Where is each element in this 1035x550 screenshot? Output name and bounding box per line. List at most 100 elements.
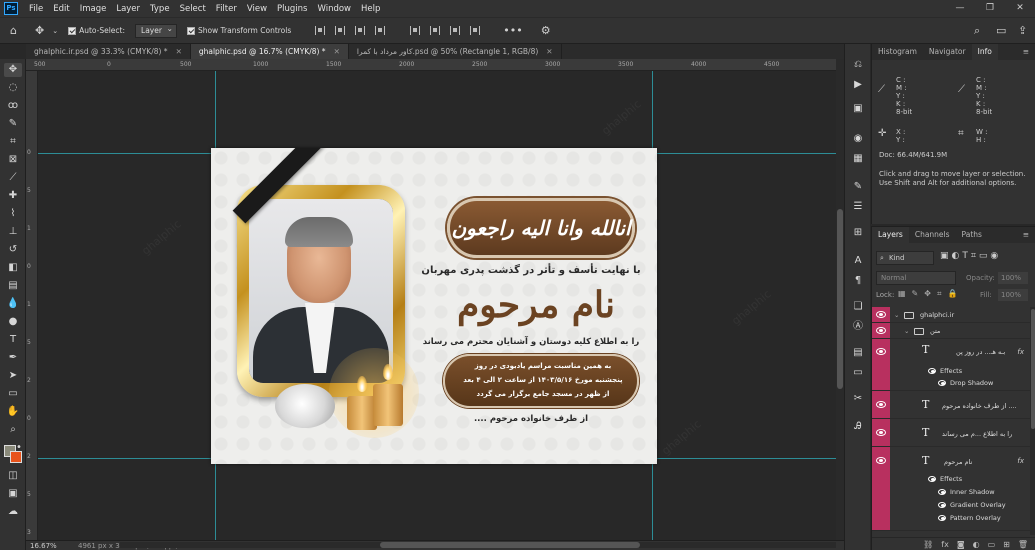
document-artboard[interactable]: انالله وانا الیه راجعون با نهایت تأسف و … <box>211 148 657 464</box>
libraries-panel-icon[interactable]: ▤ <box>850 346 866 360</box>
scroll-thumb[interactable] <box>380 542 640 548</box>
dodge-tool-icon[interactable]: ● <box>4 315 22 329</box>
eye-icon[interactable] <box>928 476 936 482</box>
zoom-tool-icon[interactable]: ⌕ <box>4 423 22 437</box>
auto-select-checkbox[interactable]: Auto-Select: <box>68 26 125 35</box>
tab-navigator[interactable]: Navigator <box>923 44 972 60</box>
type-tool-icon[interactable]: T <box>4 333 22 347</box>
chevron-down-icon[interactable]: ⌄ <box>52 27 58 35</box>
menu-type[interactable]: Type <box>145 4 175 14</box>
fx-icon[interactable]: fx <box>1017 348 1024 356</box>
menu-view[interactable]: View <box>242 4 272 14</box>
checkbox-checked-icon[interactable] <box>68 26 77 35</box>
crop-tool-icon[interactable]: ⌗ <box>4 135 22 149</box>
menu-file[interactable]: File <box>24 4 48 14</box>
zoom-level[interactable]: 16.67% <box>30 542 57 550</box>
home-icon[interactable]: ⌂ <box>10 24 17 37</box>
history-panel-icon[interactable]: ⎌ <box>850 58 866 72</box>
canvas-area[interactable]: ghalphic ghalphic ghalphic ghalphic انال… <box>38 71 836 540</box>
actions-play-icon[interactable]: ▶ <box>850 78 866 92</box>
vertical-scrollbar[interactable] <box>836 59 844 540</box>
menu-edit[interactable]: Edit <box>48 4 74 14</box>
menu-filter[interactable]: Filter <box>211 4 242 14</box>
lock-icons[interactable]: ▦✎✥⌗🔒 <box>898 289 963 299</box>
close-icon[interactable]: ✕ <box>334 47 340 56</box>
eye-icon[interactable] <box>938 380 946 386</box>
healing-brush-icon[interactable]: ✚ <box>4 189 22 203</box>
move-tool-icon[interactable]: ✥ <box>35 24 44 37</box>
marquee-tool-icon[interactable]: ◌ <box>4 81 22 95</box>
layer-name[interactable]: از طرف خانواده مرحوم .... <box>942 402 1017 410</box>
layer-name[interactable]: را به اطلاع ...م می رساند <box>942 430 1012 438</box>
move-tool-icon[interactable]: ✥ <box>4 63 22 77</box>
history-brush-icon[interactable]: ↺ <box>4 243 22 257</box>
fx-icon[interactable]: fx <box>1017 457 1024 465</box>
blend-mode-select[interactable]: Normal <box>876 271 956 285</box>
tab-paths[interactable]: Paths <box>956 227 988 243</box>
effect-pattern-overlay[interactable]: Pattern Overlay <box>950 514 1001 522</box>
tab-channels[interactable]: Channels <box>909 227 956 243</box>
panel-menu-icon[interactable]: ≡ <box>1017 44 1035 60</box>
layer-row[interactable]: T نام مرحوم fx Effects Inner Shadow Grad… <box>872 447 1030 531</box>
distribute-top-icon[interactable] <box>470 26 481 35</box>
adjustments-panel-icon[interactable]: ☰ <box>850 200 866 214</box>
auto-select-target-select[interactable]: Layer <box>135 23 177 38</box>
layer-name[interactable]: ghalphci.ir <box>920 311 954 319</box>
distribute-left-icon[interactable] <box>410 26 421 35</box>
path-select-icon[interactable]: ➤ <box>4 369 22 383</box>
layer-row[interactable]: T را به اطلاع ...م می رساند <box>872 419 1030 447</box>
align-right-icon[interactable] <box>355 26 366 35</box>
chevron-down-icon[interactable]: ⌄ <box>894 311 899 319</box>
tab-ghalphic[interactable]: ghalphic.psd @ 16.7% (CMYK/8) * ✕ <box>190 44 349 59</box>
layer-group-root[interactable]: ⌄ ghalphci.ir <box>872 307 1030 323</box>
eraser-tool-icon[interactable]: ◧ <box>4 261 22 275</box>
kind-filter-select[interactable]: ⌕ Kind <box>876 251 934 265</box>
swatches-panel-icon[interactable]: ▦ <box>850 152 866 166</box>
layer-row[interactable]: T بـه هـ... در روز پن fx Effects Drop Sh… <box>872 339 1030 391</box>
fx-icon[interactable]: fx <box>941 540 949 549</box>
layer-row[interactable]: T از طرف خانواده مرحوم .... <box>872 391 1030 419</box>
eye-icon[interactable] <box>876 429 886 436</box>
eye-icon[interactable] <box>876 457 886 464</box>
filter-type-icons[interactable]: ▣◐T⌗▭◉ <box>940 251 1001 261</box>
align-top-icon[interactable] <box>375 26 386 35</box>
distribute-center-icon[interactable] <box>430 26 441 35</box>
link-icon[interactable]: ⛓ <box>923 540 933 549</box>
close-icon[interactable]: ✕ <box>176 47 182 56</box>
eye-icon[interactable] <box>938 515 946 521</box>
new-layer-icon[interactable]: ⊞ <box>1003 540 1010 549</box>
workspace-icon[interactable]: ▭ <box>996 24 1006 37</box>
glyphs-panel-icon[interactable]: Ⓐ <box>850 320 866 334</box>
eye-icon[interactable] <box>876 401 886 408</box>
brush-panel-icon[interactable]: ✎ <box>850 180 866 194</box>
paragraph-panel-icon[interactable]: ¶ <box>850 274 866 288</box>
eye-icon[interactable] <box>938 502 946 508</box>
menu-window[interactable]: Window <box>312 4 356 14</box>
notes-panel-icon[interactable]: ▭ <box>850 366 866 380</box>
tab-info[interactable]: Info <box>971 44 998 60</box>
fill-input[interactable]: 100% <box>998 289 1028 301</box>
horizontal-scrollbar[interactable] <box>120 542 836 548</box>
distribute-right-icon[interactable] <box>450 26 461 35</box>
layer-comps-icon[interactable]: ❏ <box>850 300 866 314</box>
quick-select-tool-icon[interactable]: ✎ <box>4 117 22 131</box>
chevron-down-icon[interactable]: ⌄ <box>904 327 909 335</box>
screen-mode-icon[interactable]: ▣ <box>4 487 22 501</box>
color-panel-icon[interactable]: ◉ <box>850 132 866 146</box>
background-color-swatch[interactable] <box>10 451 22 463</box>
menu-layer[interactable]: Layer <box>111 4 145 14</box>
checkbox-checked-icon[interactable] <box>186 26 195 35</box>
menu-plugins[interactable]: Plugins <box>272 4 312 14</box>
effect-drop-shadow[interactable]: Drop Shadow <box>950 379 993 387</box>
restore-button[interactable]: ❐ <box>975 0 1005 17</box>
pen-tool-icon[interactable]: ✒ <box>4 351 22 365</box>
layer-group-text[interactable]: ⌄ متن <box>872 323 1030 339</box>
eyedropper-tool-icon[interactable]: ⟋ <box>4 171 22 185</box>
search-icon[interactable]: ⌕ <box>974 24 980 38</box>
gear-icon[interactable]: ⚙ <box>541 24 551 37</box>
clone-stamp-icon[interactable]: ⊥ <box>4 225 22 239</box>
minimize-button[interactable]: — <box>945 0 975 17</box>
scroll-thumb[interactable] <box>1031 309 1035 429</box>
quick-mask-icon[interactable]: ◫ <box>4 469 22 483</box>
tab-histogram[interactable]: Histogram <box>872 44 923 60</box>
